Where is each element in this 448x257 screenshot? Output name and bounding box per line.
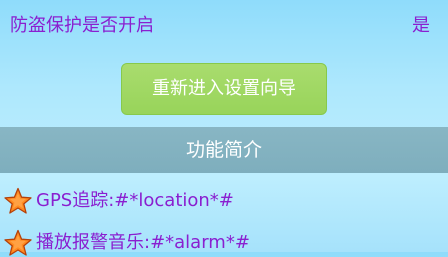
star-icon: [4, 229, 32, 256]
features-section-header: 功能简介: [0, 127, 448, 173]
reenter-setup-wizard-button[interactable]: 重新进入设置向导: [121, 63, 327, 115]
protection-status-value: 是: [412, 15, 430, 36]
protection-status-row[interactable]: 防盗保护是否开启 是: [0, 0, 448, 58]
protection-status-label: 防盗保护是否开启: [10, 15, 154, 36]
feature-item-gps: GPS追踪:#*location*#: [4, 187, 444, 215]
feature-item-alarm: 播放报警音乐:#*alarm*#: [4, 229, 444, 257]
features-section-title: 功能简介: [185, 139, 262, 161]
feature-item-label: 播放报警音乐:#*alarm*#: [36, 232, 250, 253]
star-icon: [4, 187, 32, 214]
feature-item-label: GPS追踪:#*location*#: [36, 190, 234, 211]
